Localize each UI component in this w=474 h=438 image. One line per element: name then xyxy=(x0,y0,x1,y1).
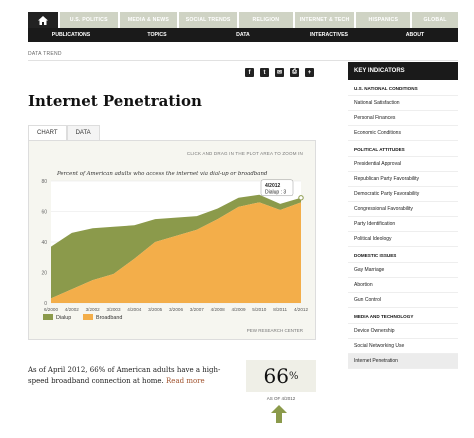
sidebar-item[interactable]: Political Ideology xyxy=(348,232,458,247)
nav-data[interactable]: Data xyxy=(200,28,286,42)
legend-label-broadband[interactable]: Broadband xyxy=(96,315,122,321)
share-toolbar: f t ✉ ⎙ + xyxy=(245,68,314,77)
sidebar-section-title: Political Attitudes xyxy=(348,141,458,157)
y-tick-label: 60 xyxy=(41,210,47,216)
x-tick-label: 4/2002 xyxy=(65,307,79,312)
chart-plot[interactable]: 0204060806/2000 4/2002 3/2002 3/2003 4/2004 3… xyxy=(29,141,317,341)
x-tick-label: 5/2010 xyxy=(252,307,266,312)
tab-data[interactable]: Data xyxy=(66,125,100,140)
page-title: Internet Penetration xyxy=(28,92,202,110)
y-tick-label: 80 xyxy=(41,179,47,185)
x-tick-label: 3/2005 xyxy=(148,307,162,312)
x-tick-label: 3/2003 xyxy=(106,307,120,312)
x-tick-label: 6/2000 xyxy=(44,307,58,312)
main-nav: Publications Topics Data Interactives Ab… xyxy=(28,28,458,42)
x-tick-label: 4/2009 xyxy=(231,307,245,312)
sidebar-item[interactable]: Gay Marriage xyxy=(348,263,458,278)
sidebar-item[interactable]: Abortion xyxy=(348,278,458,293)
x-tick-label: 3/2007 xyxy=(190,307,204,312)
facebook-icon[interactable]: f xyxy=(245,68,254,77)
stat-as-of: AS OF 4/2012 xyxy=(266,396,296,401)
sidebar-section-title: Domestic Issues xyxy=(348,247,458,263)
tab-us-politics[interactable]: U.S. Politics xyxy=(59,12,118,28)
plus-icon[interactable]: + xyxy=(305,68,314,77)
sidebar-item[interactable]: Social Networking Use xyxy=(348,339,458,354)
y-tick-label: 40 xyxy=(41,240,47,246)
legend-swatch-broadband xyxy=(83,314,93,320)
legend-label-dialup[interactable]: Dialup xyxy=(56,315,71,321)
chart-panel: CLICK AND DRAG IN THE PLOT AREA TO ZOOM … xyxy=(28,140,316,340)
legend-swatch-dialup xyxy=(43,314,53,320)
sidebar-item[interactable]: Presidential Approval xyxy=(348,157,458,172)
sidebar-item[interactable]: National Satisfaction xyxy=(348,96,458,111)
tab-media-news[interactable]: Media & News xyxy=(119,12,178,28)
chart-credit: PEW RESEARCH CENTER xyxy=(246,328,303,333)
sidebar-item[interactable]: Device Ownership xyxy=(348,324,458,339)
key-indicators-sidebar: Key Indicators U.S. National Conditions N… xyxy=(348,62,458,369)
home-tab[interactable] xyxy=(28,12,58,28)
tab-chart[interactable]: Chart xyxy=(28,125,67,140)
x-tick-label: 8/2011 xyxy=(273,307,287,312)
tab-global[interactable]: Global xyxy=(412,12,458,28)
sidebar-header: Key Indicators xyxy=(348,62,458,80)
divider xyxy=(28,60,458,61)
nav-interactives[interactable]: Interactives xyxy=(286,28,372,42)
tab-religion[interactable]: Religion xyxy=(239,12,293,28)
hover-point[interactable] xyxy=(298,195,304,201)
read-more-link[interactable]: Read more xyxy=(166,377,205,385)
tab-hispanics[interactable]: Hispanics xyxy=(356,12,411,28)
sidebar-item[interactable]: Party Identification xyxy=(348,217,458,232)
trend-up-arrow-icon xyxy=(271,405,287,423)
twitter-icon[interactable]: t xyxy=(260,68,269,77)
nav-about[interactable]: About xyxy=(372,28,458,42)
sidebar-item[interactable]: Democratic Party Favorability xyxy=(348,187,458,202)
summary-text: As of April 2012, 66% of American adults… xyxy=(28,365,228,387)
sidebar-item[interactable]: Gun Control xyxy=(348,293,458,308)
stat-unit: % xyxy=(288,370,299,382)
big-stat: 66% xyxy=(246,360,316,392)
tooltip-value: Dialup : 3 xyxy=(265,189,286,195)
tooltip-date: 4/2012 xyxy=(265,183,281,189)
x-tick-label: 3/2002 xyxy=(86,307,100,312)
email-icon[interactable]: ✉ xyxy=(275,68,284,77)
sidebar-item[interactable]: Personal Finances xyxy=(348,111,458,126)
sidebar-item[interactable]: Economic Conditions xyxy=(348,126,458,141)
x-tick-label: 3/2006 xyxy=(169,307,183,312)
tab-internet-tech[interactable]: Internet & Tech xyxy=(294,12,355,28)
tab-social-trends[interactable]: Social Trends xyxy=(179,12,238,28)
x-tick-label: 4/2008 xyxy=(211,307,225,312)
print-icon[interactable]: ⎙ xyxy=(290,68,299,77)
sidebar-item[interactable]: Congressional Favorability xyxy=(348,202,458,217)
breadcrumb: DATA TREND xyxy=(28,51,62,57)
nav-topics[interactable]: Topics xyxy=(114,28,200,42)
nav-publications[interactable]: Publications xyxy=(28,28,114,42)
sidebar-section-title: U.S. National Conditions xyxy=(348,80,458,96)
sidebar-section-title: Media and Technology xyxy=(348,308,458,324)
x-tick-label: 4/2004 xyxy=(127,307,141,312)
top-section-tabs: U.S. Politics Media & News Social Trends… xyxy=(28,12,458,28)
sidebar-item[interactable]: Internet Penetration xyxy=(348,354,458,369)
home-icon xyxy=(37,15,48,25)
sidebar-item[interactable]: Republican Party Favorability xyxy=(348,172,458,187)
view-tabs: Chart Data xyxy=(28,125,100,140)
x-tick-label: 4/2012 xyxy=(294,307,308,312)
chart-title: Percent of American adults who access th… xyxy=(56,171,268,177)
stat-value: 66 xyxy=(263,364,289,388)
y-tick-label: 20 xyxy=(41,271,47,277)
